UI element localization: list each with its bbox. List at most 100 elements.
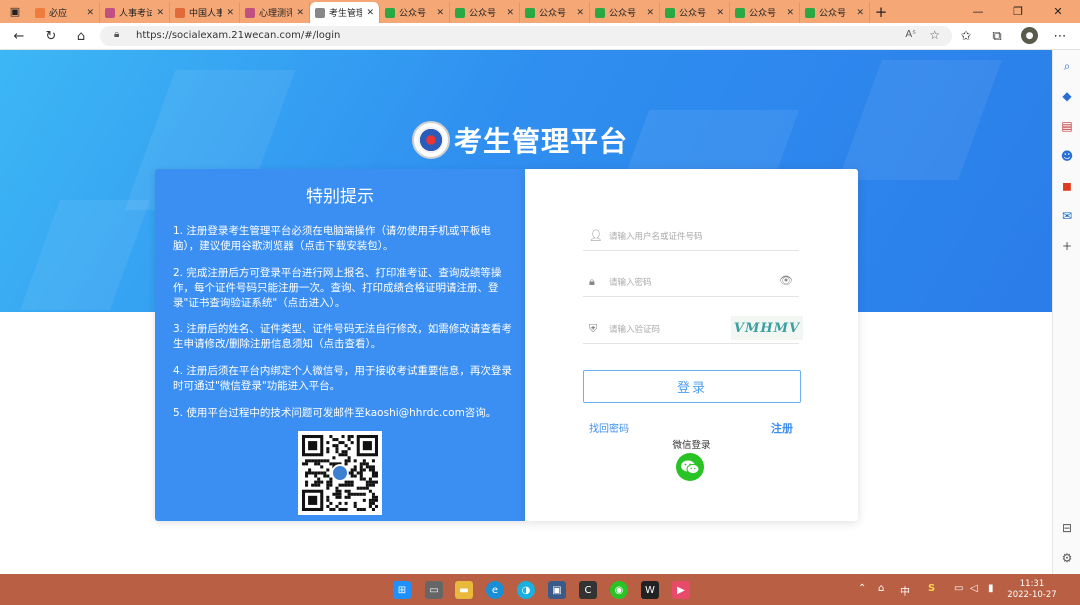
register-link[interactable]: 注册 <box>771 420 793 436</box>
maximize-icon[interactable]: ❐ <box>998 0 1038 23</box>
tab-label: 心理测评 <box>259 9 293 19</box>
close-tab-icon[interactable]: ✕ <box>296 8 304 18</box>
tab-favicon-icon <box>175 7 185 18</box>
notice-item: 4. 注册后须在平台内绑定个人微信号，用于接收考试重要信息，再次登录时可通过"微… <box>173 365 512 392</box>
notice-item: 1. 注册登录考生管理平台必须在电脑端操作（请勿使用手机或平板电脑），建议使用谷… <box>173 225 491 252</box>
close-tab-icon[interactable]: ✕ <box>716 8 724 18</box>
captcha-input[interactable] <box>607 321 731 339</box>
browser-tab[interactable]: 公众号 ✕ <box>590 2 660 23</box>
read-aloud-icon[interactable]: Aˢ <box>905 29 916 40</box>
close-tab-icon[interactable]: ✕ <box>366 8 374 18</box>
close-tab-icon[interactable]: ✕ <box>436 8 444 18</box>
refresh-icon[interactable]: ↻ <box>42 27 60 45</box>
tab-label: 公众号 <box>609 9 637 19</box>
wechat-login-button[interactable] <box>676 453 704 481</box>
video-app-icon[interactable]: ▶ <box>672 581 690 599</box>
captcha-image[interactable]: VMHMV <box>731 316 803 340</box>
browser-tab[interactable]: 中国人事 ✕ <box>170 2 240 23</box>
browser-tab[interactable]: 公众号 ✕ <box>660 2 730 23</box>
new-tab-icon[interactable]: + <box>870 0 892 23</box>
close-tab-icon[interactable]: ✕ <box>156 8 164 18</box>
sidebar-hide-icon[interactable]: ⊟ <box>1059 520 1075 536</box>
browser-tab[interactable]: 人事考试 ✕ <box>100 2 170 23</box>
close-tab-icon[interactable]: ✕ <box>506 8 514 18</box>
search-icon[interactable]: ⌕ <box>1059 58 1075 74</box>
battery-icon[interactable]: ▮ <box>988 583 994 594</box>
tools-icon[interactable]: ▤ <box>1059 118 1075 134</box>
browser-tab[interactable]: 公众号 ✕ <box>450 2 520 23</box>
page-title: 考生管理平台 <box>454 125 629 158</box>
tray-chevron-icon[interactable]: ⌃ <box>858 583 866 594</box>
tab-label: 公众号 <box>679 9 707 19</box>
wps-icon[interactable]: W <box>641 581 659 599</box>
tab-label: 中国人事 <box>189 9 223 19</box>
close-tab-icon[interactable]: ✕ <box>576 8 584 18</box>
close-tab-icon[interactable]: ✕ <box>646 8 654 18</box>
browser-tab[interactable]: 必应 ✕ <box>30 2 100 23</box>
password-input[interactable] <box>607 274 761 292</box>
favorite-star-icon[interactable]: ☆ <box>929 28 940 42</box>
address-bar[interactable]: 🔒︎ https://socialexam.21wecan.com/#/logi… <box>100 26 952 46</box>
shopping-icon[interactable]: ◆ <box>1059 88 1075 104</box>
notice-item: 3. 注册后的姓名、证件类型、证件号码无法自行修改，如需修改请查看考生申请修改/… <box>173 323 512 350</box>
close-tab-icon[interactable]: ✕ <box>226 8 234 18</box>
tab-actions-icon[interactable]: ▣ <box>0 0 30 23</box>
browser-tab[interactable]: 公众号 ✕ <box>800 2 870 23</box>
tab-favicon-icon <box>315 7 325 18</box>
settings-gear-icon[interactable]: ⚙ <box>1059 550 1075 566</box>
task-view-icon[interactable]: ▭ <box>425 581 443 599</box>
tab-favicon-icon <box>105 7 115 18</box>
wechat-login-label: 微信登录 <box>672 440 711 451</box>
close-tab-icon[interactable]: ✕ <box>86 8 94 18</box>
outlook-icon[interactable]: ✉ <box>1059 208 1075 224</box>
close-tab-icon[interactable]: ✕ <box>786 8 794 18</box>
page-viewport: 考生管理平台 特别提示 1. 注册登录考生管理平台必须在电脑端操作（请勿使用手机… <box>0 50 1052 574</box>
volume-icon[interactable]: ◁ <box>970 583 978 594</box>
url-text[interactable]: https://socialexam.21wecan.com/#/login <box>136 30 340 41</box>
login-button[interactable]: 登录 <box>583 370 801 403</box>
password-field[interactable]: 🔒︎ 👁︎ <box>583 270 799 297</box>
wechat-qr-code <box>298 431 382 515</box>
office-icon[interactable]: ◼ <box>1059 178 1075 194</box>
system-clock[interactable]: 11:31 2022-10-27 <box>1006 579 1058 601</box>
home-icon[interactable]: ⌂ <box>72 27 90 45</box>
close-tab-icon[interactable]: ✕ <box>856 8 864 18</box>
network-icon[interactable]: ⌂ <box>878 583 884 594</box>
browser-tab[interactable]: 考生管理 ✕ <box>310 2 380 23</box>
capture-icon[interactable]: ▣ <box>548 581 566 599</box>
notice-panel: 特别提示 1. 注册登录考生管理平台必须在电脑端操作（请勿使用手机或平板电脑），… <box>155 169 525 521</box>
sogou-icon[interactable]: S <box>928 583 935 594</box>
favorites-icon[interactable]: ✩ <box>957 27 975 45</box>
wechat-taskbar-icon[interactable]: ◉ <box>610 581 628 599</box>
add-sidebar-icon[interactable]: + <box>1059 238 1075 254</box>
app-c-icon[interactable]: C <box>579 581 597 599</box>
start-icon[interactable]: ⊞ <box>393 581 411 599</box>
show-password-icon[interactable]: 👁︎ <box>779 274 793 287</box>
minimize-icon[interactable]: — <box>958 0 998 23</box>
notice-item: 5. 使用平台过程中的技术问题可发邮件至kaoshi@hhrdc.com咨询。 <box>173 407 497 419</box>
edge-icon[interactable]: e <box>486 581 504 599</box>
people-icon[interactable]: ☻ <box>1059 148 1075 164</box>
close-window-icon[interactable]: ✕ <box>1038 0 1078 23</box>
more-menu-icon[interactable]: ⋯ <box>1051 27 1069 45</box>
forgot-password-link[interactable]: 找回密码 <box>589 420 629 435</box>
username-input[interactable] <box>607 228 761 246</box>
browser-tab[interactable]: 公众号 ✕ <box>380 2 450 23</box>
captcha-field[interactable]: ⛨ VMHMV <box>583 316 803 344</box>
app-icon[interactable]: ◑ <box>517 581 535 599</box>
browser-tab[interactable]: 公众号 ✕ <box>730 2 800 23</box>
clock-time: 11:31 <box>1019 579 1045 589</box>
profile-avatar[interactable]: ● <box>1021 27 1038 44</box>
collections-icon[interactable]: ⧉ <box>988 27 1006 45</box>
lock-icon: 🔒︎ <box>114 29 120 40</box>
browser-tab[interactable]: 公众号 ✕ <box>520 2 590 23</box>
platform-logo <box>412 121 450 159</box>
username-field[interactable]: 👤︎ <box>583 224 799 251</box>
ime-indicator[interactable]: 中 <box>900 583 910 598</box>
back-icon[interactable]: ← <box>10 27 28 45</box>
browser-tab[interactable]: 心理测评 ✕ <box>240 2 310 23</box>
display-icon[interactable]: ▭ <box>954 583 963 594</box>
tab-label: 公众号 <box>399 9 427 19</box>
file-explorer-icon[interactable]: ▬ <box>455 581 473 599</box>
tab-favicon-icon <box>805 7 815 18</box>
